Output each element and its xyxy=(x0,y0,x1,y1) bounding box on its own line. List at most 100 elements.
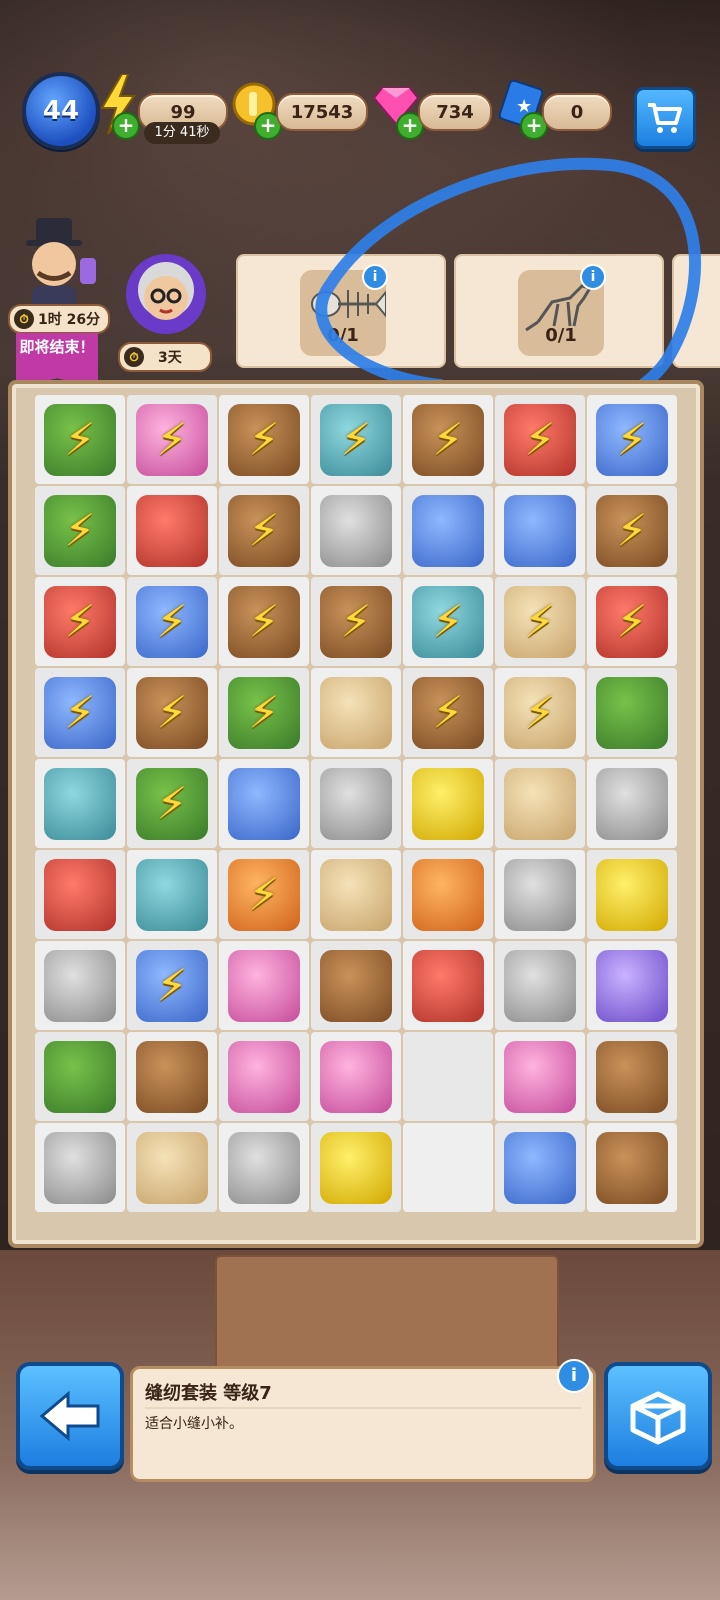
merge-item xyxy=(320,1040,392,1113)
energy-bolt-icon: ⚡ xyxy=(156,778,188,829)
granny-avatar[interactable] xyxy=(116,250,216,340)
board-cell[interactable] xyxy=(403,1032,493,1121)
board-cell[interactable] xyxy=(219,759,309,848)
quest-card-fish-skeleton[interactable]: 0/1 i xyxy=(236,254,446,368)
quest-info-button[interactable]: i xyxy=(362,264,388,290)
board-cell[interactable] xyxy=(403,759,493,848)
board-cell[interactable] xyxy=(35,850,125,939)
board-cell[interactable] xyxy=(403,941,493,1030)
back-arrow-icon xyxy=(39,1390,100,1442)
gem-value: 734 xyxy=(436,101,474,123)
board-cell[interactable] xyxy=(219,941,309,1030)
board-cell[interactable]: ⚡ xyxy=(219,668,309,757)
board-cell[interactable]: ⚡ xyxy=(587,486,677,575)
board-cell[interactable] xyxy=(495,486,585,575)
board-cell[interactable] xyxy=(495,941,585,1030)
board-cell[interactable] xyxy=(311,1123,401,1212)
board-cell[interactable] xyxy=(587,759,677,848)
board-cell[interactable] xyxy=(127,850,217,939)
merge-item xyxy=(44,1040,116,1113)
merge-item xyxy=(136,494,208,567)
board-cell[interactable] xyxy=(35,759,125,848)
board-cell[interactable] xyxy=(587,668,677,757)
energy-bolt-icon: ⚡ xyxy=(156,414,188,465)
board-cell[interactable]: ⚡ xyxy=(35,486,125,575)
quest-card-partial[interactable] xyxy=(672,254,720,368)
energy-bolt-icon: ⚡ xyxy=(340,596,372,647)
board-cell[interactable] xyxy=(403,1123,493,1212)
event-host-avatar[interactable] xyxy=(8,218,103,313)
board-cell[interactable] xyxy=(587,1123,677,1212)
board-cell[interactable] xyxy=(311,850,401,939)
board-cell[interactable] xyxy=(403,486,493,575)
board-cell[interactable]: ⚡ xyxy=(587,577,677,666)
board-cell[interactable] xyxy=(587,850,677,939)
item-info-panel: 缝纫套装 等级7 适合小缝小补。 i xyxy=(130,1359,596,1482)
energy-bolt-icon: ⚡ xyxy=(616,596,648,647)
board-cell[interactable] xyxy=(311,759,401,848)
energy-bolt-icon: ⚡ xyxy=(340,414,372,465)
board-cell[interactable] xyxy=(587,941,677,1030)
board-cell[interactable]: ⚡ xyxy=(311,395,401,484)
board-cell[interactable] xyxy=(219,1123,309,1212)
merge-item: ⚡ xyxy=(136,676,208,749)
board-cell[interactable] xyxy=(35,941,125,1030)
board-cell[interactable]: ⚡ xyxy=(127,395,217,484)
board-cell[interactable]: ⚡ xyxy=(495,577,585,666)
board-cell[interactable]: ⚡ xyxy=(127,577,217,666)
energy-plus-button[interactable]: + xyxy=(112,112,140,140)
board-cell[interactable]: ⚡ xyxy=(35,395,125,484)
merge-item xyxy=(228,1040,300,1113)
quest-card-dinosaur-skeleton[interactable]: 0/1 i xyxy=(454,254,664,368)
board-cell[interactable] xyxy=(311,668,401,757)
board-cell[interactable]: ⚡ xyxy=(127,941,217,1030)
board-cell[interactable] xyxy=(311,941,401,1030)
board-cell[interactable]: ⚡ xyxy=(495,668,585,757)
board-cell[interactable] xyxy=(495,759,585,848)
merge-item: ⚡ xyxy=(596,585,668,658)
quest-info-button[interactable]: i xyxy=(580,264,606,290)
shop-cart-button[interactable] xyxy=(634,87,696,149)
board-cell[interactable] xyxy=(587,1032,677,1121)
board-cell[interactable] xyxy=(35,1123,125,1212)
board-cell[interactable]: ⚡ xyxy=(35,668,125,757)
board-cell[interactable] xyxy=(127,1032,217,1121)
storage-box-button[interactable] xyxy=(604,1362,712,1470)
merge-item xyxy=(228,949,300,1022)
board-cell[interactable]: ⚡ xyxy=(311,577,401,666)
board-cell[interactable]: ⚡ xyxy=(219,577,309,666)
board-cell[interactable]: ⚡ xyxy=(127,759,217,848)
board-cell[interactable] xyxy=(127,1123,217,1212)
merge-item: ⚡ xyxy=(136,403,208,476)
board-cell[interactable]: ⚡ xyxy=(587,395,677,484)
board-cell[interactable] xyxy=(495,1032,585,1121)
board-cell[interactable] xyxy=(495,1123,585,1212)
item-description: 适合小缝小补。 xyxy=(145,1416,243,1432)
board-cell[interactable]: ⚡ xyxy=(35,577,125,666)
board-cell[interactable]: ⚡ xyxy=(403,577,493,666)
board-cell[interactable]: ⚡ xyxy=(495,395,585,484)
energy-bolt-icon: ⚡ xyxy=(524,414,556,465)
board-cell[interactable]: ⚡ xyxy=(127,668,217,757)
merge-item: ⚡ xyxy=(320,585,392,658)
board-cell[interactable] xyxy=(311,486,401,575)
board-cell[interactable]: ⚡ xyxy=(219,850,309,939)
board-cell[interactable] xyxy=(403,850,493,939)
board-cell[interactable]: ⚡ xyxy=(403,668,493,757)
board-cell[interactable]: ⚡ xyxy=(219,486,309,575)
board-cell[interactable] xyxy=(311,1032,401,1121)
merge-item xyxy=(136,1131,208,1204)
board-cell[interactable]: ⚡ xyxy=(403,395,493,484)
back-button[interactable] xyxy=(16,1362,124,1470)
merge-item xyxy=(412,767,484,840)
level-badge[interactable]: 44 xyxy=(22,72,100,150)
board-cell[interactable] xyxy=(35,1032,125,1121)
merge-item xyxy=(320,1131,392,1204)
level-number: 44 xyxy=(42,96,80,126)
energy-timer: 1分 41秒 xyxy=(144,122,220,144)
board-cell[interactable] xyxy=(495,850,585,939)
board-cell[interactable] xyxy=(219,1032,309,1121)
board-cell[interactable]: ⚡ xyxy=(219,395,309,484)
item-info-button[interactable]: i xyxy=(557,1359,591,1393)
board-cell[interactable] xyxy=(127,486,217,575)
